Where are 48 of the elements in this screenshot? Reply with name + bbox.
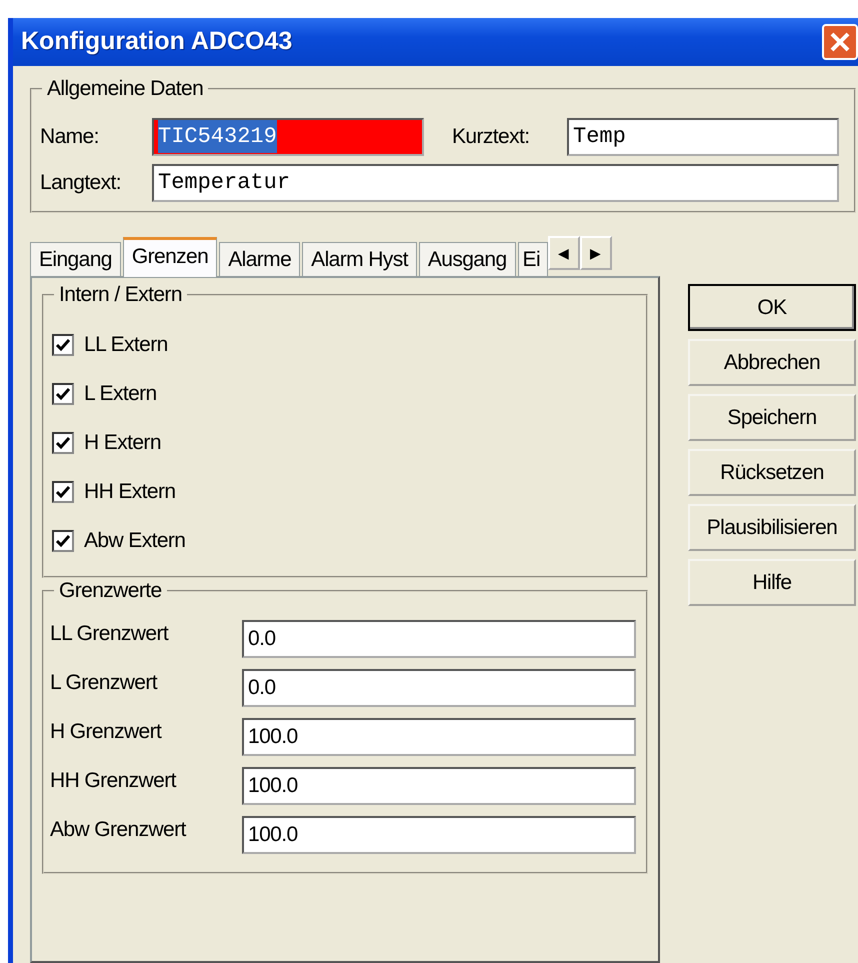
tab[interactable]: Alarm Hyst	[302, 242, 417, 276]
input-field[interactable]: 0.0	[242, 668, 636, 706]
field-label: HH Grenzwert	[50, 768, 178, 794]
dialog-button[interactable]: Speichern	[688, 394, 856, 441]
checkbox-label: HH Extern	[84, 478, 176, 505]
scroll-button[interactable]: ◀	[548, 236, 580, 270]
close-icon	[829, 30, 851, 53]
field-label: H Grenzwert	[50, 719, 163, 745]
dialog-button[interactable]: Rücksetzen	[688, 449, 856, 496]
checkbox-label: H Extern	[84, 430, 161, 456]
checkmark-icon	[56, 436, 70, 450]
field-label: Langtext:	[40, 170, 122, 196]
checkbox-label: L Extern	[84, 380, 157, 407]
field-label: L Grenzwert	[50, 670, 158, 696]
dialog-button[interactable]: Abbrechen	[688, 339, 856, 386]
checkbox[interactable]	[52, 334, 74, 356]
scroll-button[interactable]: ▶	[580, 236, 612, 270]
checkbox-label: LL Extern	[84, 332, 168, 358]
window-title: Konfiguration ADCO43	[21, 26, 292, 58]
tab[interactable]: Eingang	[30, 242, 121, 276]
checkbox[interactable]	[52, 480, 74, 502]
checkmark-icon	[56, 534, 70, 548]
checkmark-icon	[56, 338, 70, 352]
dialog-button[interactable]: Plausibilisieren	[688, 504, 856, 551]
tab[interactable]: Alarme	[219, 242, 300, 276]
checkbox[interactable]	[52, 432, 74, 454]
checkbox-label: Abw Extern	[84, 528, 186, 554]
long-text-field[interactable]: Temperatur	[152, 164, 839, 202]
tab[interactable]: Ausgang	[418, 242, 516, 276]
dialog-button[interactable]: Hilfe	[688, 559, 856, 606]
input-field[interactable]: 100.0	[242, 718, 636, 756]
field-label: LL Grenzwert	[50, 621, 170, 647]
input-field[interactable]: 100.0	[242, 766, 636, 804]
input-field[interactable]: 0.0	[242, 620, 636, 658]
dialog-button[interactable]: OK	[688, 284, 856, 331]
close-button[interactable]	[822, 24, 858, 60]
tab[interactable]: Grenzen	[122, 237, 218, 277]
field-label: Kurztext:	[452, 124, 530, 150]
checkbox[interactable]	[52, 382, 74, 404]
short-text-field[interactable]: Temp	[567, 118, 839, 156]
tab[interactable]: Ei	[518, 242, 548, 276]
checkmark-icon	[56, 484, 70, 498]
field-label: Abw Grenzwert	[50, 817, 188, 843]
field-label: Name:	[40, 124, 100, 150]
name-field[interactable]: TIC543219	[152, 118, 424, 156]
checkbox[interactable]	[52, 530, 74, 552]
checkmark-icon	[56, 386, 70, 400]
input-field[interactable]: 100.0	[242, 816, 636, 854]
